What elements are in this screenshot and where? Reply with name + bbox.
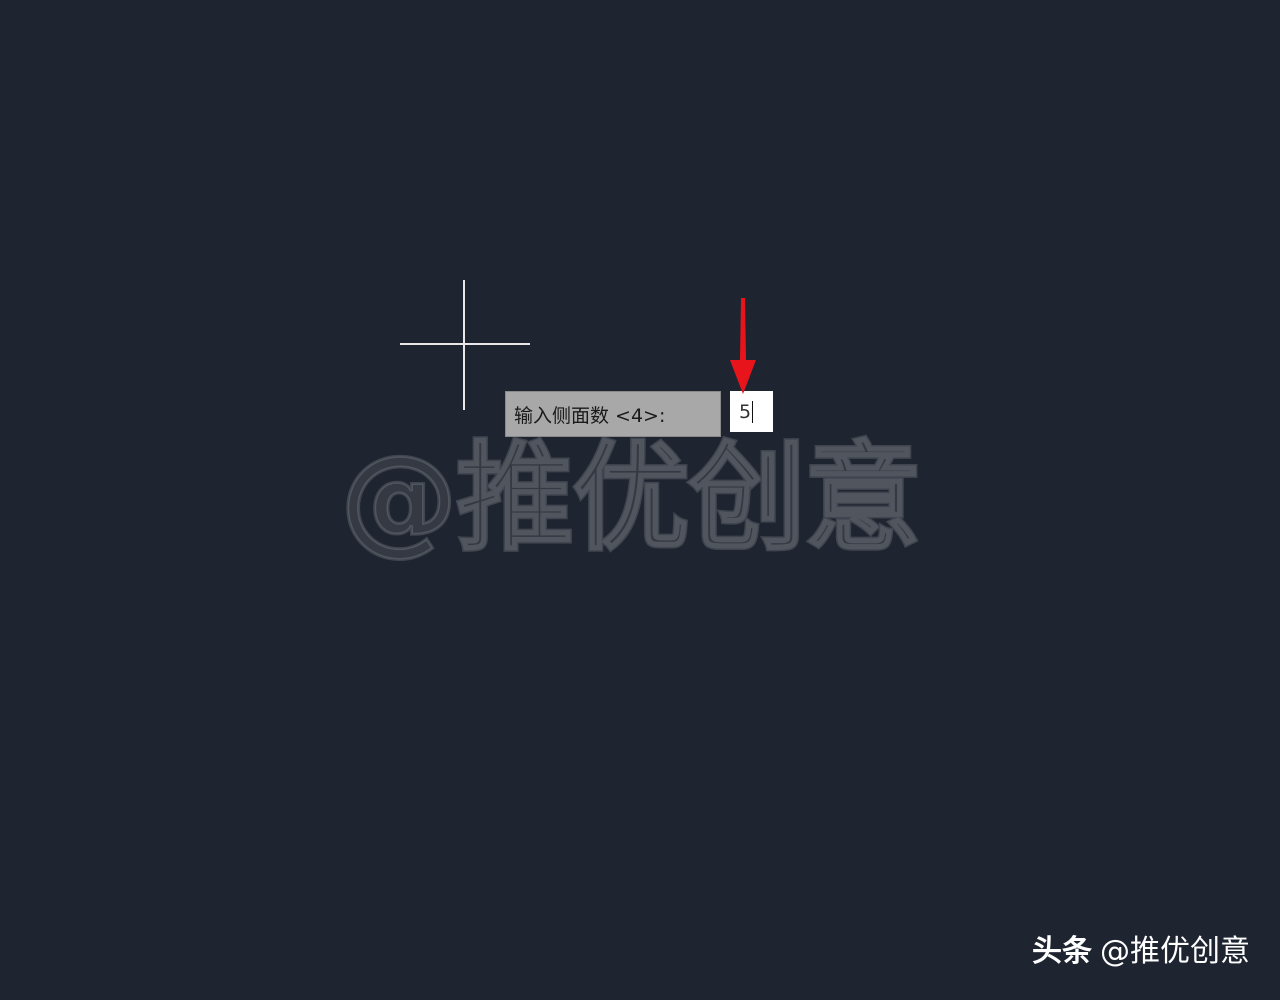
prompt-text: 输入侧面数 <4>: [514,404,666,427]
command-prompt-label: 输入侧面数 <4>: [505,391,721,437]
drawing-canvas[interactable]: @推优创意 输入侧面数 <4>: 5 头条 @推优创意 [0,0,1280,1000]
corner-brand: 头条 [1032,934,1092,969]
corner-watermark: 头条 @推优创意 [1032,932,1250,972]
center-watermark: @推优创意 [339,428,924,569]
crosshair-horizontal-line [400,343,530,345]
crosshair-vertical-line [463,280,465,410]
text-caret [752,400,754,423]
red-arrow-down-icon [730,298,756,394]
corner-account: @推优创意 [1100,934,1250,969]
input-value: 5 [739,400,752,423]
sides-count-input[interactable]: 5 [730,391,773,432]
